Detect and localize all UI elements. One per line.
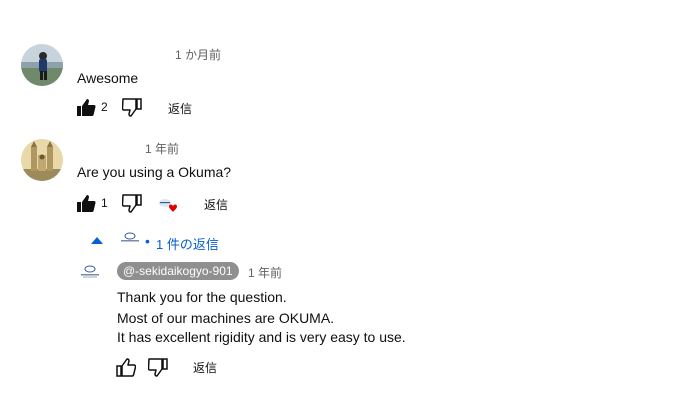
like-filled-icon[interactable] xyxy=(76,194,96,213)
like-icon[interactable] xyxy=(116,358,136,377)
avatar[interactable] xyxy=(21,44,63,86)
dislike-icon[interactable] xyxy=(148,358,168,377)
comment-timestamp[interactable]: 1 か月前 xyxy=(175,46,221,63)
reply-button[interactable]: 返信 xyxy=(204,196,228,213)
reply-text-line: Thank you for the question. xyxy=(117,289,287,305)
dislike-icon[interactable] xyxy=(122,194,142,213)
replies-toggle-button[interactable]: 1 件の返信 xyxy=(156,234,219,253)
like-count: 1 xyxy=(101,196,108,210)
replies-dot: • xyxy=(145,233,150,249)
avatar[interactable] xyxy=(21,139,63,181)
comment-timestamp[interactable]: 1 年前 xyxy=(145,140,179,157)
reply-text-line: Most of our machines are OKUMA. xyxy=(117,310,335,326)
reply-button[interactable]: 返信 xyxy=(193,359,217,376)
like-count: 2 xyxy=(101,100,108,114)
dislike-icon[interactable] xyxy=(122,98,142,117)
reply-author-chip[interactable]: @-sekidaikogyo-901 xyxy=(117,262,239,280)
like-filled-icon[interactable] xyxy=(76,98,96,117)
collapse-replies-icon[interactable] xyxy=(91,237,103,244)
reply-button[interactable]: 返信 xyxy=(168,100,192,117)
comment-text: Are you using a Okuma? xyxy=(77,164,232,180)
reply-timestamp[interactable]: 1 年前 xyxy=(248,264,282,281)
channel-logo-icon xyxy=(119,232,141,244)
creator-heart-icon xyxy=(158,197,180,215)
reply-text-line: It has excellent rigidity and is very ea… xyxy=(117,329,406,345)
channel-avatar[interactable] xyxy=(78,265,102,279)
comment-text: Awesome xyxy=(77,70,139,86)
